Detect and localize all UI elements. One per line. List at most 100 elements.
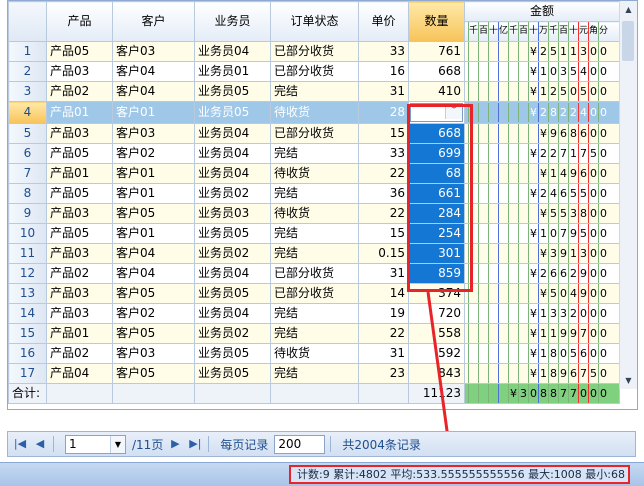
amount-cell[interactable]: ¥1 2 5 0 5 0 0: [464, 81, 620, 102]
price-cell[interactable]: 31: [358, 263, 409, 284]
price-cell[interactable]: 31: [358, 81, 409, 102]
status-cell[interactable]: 完结: [270, 81, 359, 102]
customer-cell[interactable]: 客户03: [112, 123, 195, 144]
amount-cell[interactable]: ¥1 0 7 9 5 0 0: [464, 223, 620, 244]
customer-cell[interactable]: 客户05: [112, 283, 195, 304]
row-number[interactable]: 10: [8, 223, 47, 244]
price-cell[interactable]: 16: [358, 61, 409, 82]
amount-cell[interactable]: ¥2 8 2 2 4 0 0: [464, 101, 620, 124]
col-header-price[interactable]: 单价: [358, 1, 409, 42]
salesperson-cell[interactable]: 业务员05: [194, 343, 271, 364]
row-number[interactable]: 17: [8, 363, 47, 384]
amount-cell[interactable]: ¥1 4 9 6 0 0: [464, 163, 620, 184]
product-cell[interactable]: 产品03: [46, 123, 113, 144]
status-cell[interactable]: 完结: [270, 143, 359, 164]
table-row[interactable]: 2 产品03 客户04 业务员01 已部分收货 16 668 ¥1 0 3 5 4 0 0: [8, 61, 620, 82]
price-cell[interactable]: 15: [358, 223, 409, 244]
qty-cell[interactable]: 301: [408, 243, 465, 264]
table-row[interactable]: 1 产品05 客户03 业务员04 已部分收货 33 761 ¥2 5 1 1 3 0 0: [8, 41, 620, 62]
customer-cell[interactable]: 客户01: [112, 163, 195, 184]
price-cell[interactable]: 0.15: [358, 243, 409, 264]
row-number[interactable]: 9: [8, 203, 47, 224]
price-cell[interactable]: 33: [358, 41, 409, 62]
amount-cell[interactable]: ¥2 5 1 1 3 0 0: [464, 41, 620, 62]
salesperson-cell[interactable]: 业务员05: [194, 223, 271, 244]
status-cell[interactable]: 已部分收货: [270, 41, 359, 62]
col-header-salesperson[interactable]: 业务员: [194, 1, 271, 42]
salesperson-cell[interactable]: 业务员05: [194, 81, 271, 102]
customer-cell[interactable]: 客户05: [112, 203, 195, 224]
table-row[interactable]: 7 产品01 客户01 业务员04 待收货 22 68 ¥1 4 9 6 0 0: [8, 163, 620, 184]
col-header-amount[interactable]: 金额: [464, 1, 620, 22]
row-number[interactable]: 5: [8, 123, 47, 144]
price-cell[interactable]: 22: [358, 203, 409, 224]
qty-cell[interactable]: 668: [408, 61, 465, 82]
customer-cell[interactable]: 客户01: [112, 183, 195, 204]
status-cell[interactable]: 已部分收货: [270, 283, 359, 304]
table-row[interactable]: 13 产品03 客户05 业务员05 已部分收货 14 374 ¥5 0 4 9 0 0: [8, 283, 620, 304]
product-cell[interactable]: 产品03: [46, 283, 113, 304]
customer-cell[interactable]: 客户03: [112, 41, 195, 62]
qty-cell-editor[interactable]: 1008 ﹀: [408, 101, 465, 124]
scroll-thumb[interactable]: [622, 21, 634, 61]
amount-cell[interactable]: ¥1 8 0 5 6 0 0: [464, 343, 620, 364]
product-cell[interactable]: 产品01: [46, 323, 113, 344]
customer-cell[interactable]: 客户05: [112, 363, 195, 384]
status-cell[interactable]: 已部分收货: [270, 123, 359, 144]
status-cell[interactable]: 待收货: [270, 343, 359, 364]
qty-cell[interactable]: 558: [408, 323, 465, 344]
row-number[interactable]: 2: [8, 61, 47, 82]
product-cell[interactable]: 产品03: [46, 61, 113, 82]
price-cell[interactable]: 22: [358, 323, 409, 344]
row-number[interactable]: 6: [8, 143, 47, 164]
page-size-input[interactable]: 200: [274, 434, 326, 454]
chevron-down-icon[interactable]: ▼: [110, 435, 125, 453]
product-cell[interactable]: 产品05: [46, 41, 113, 62]
table-row[interactable]: 14 产品03 客户02 业务员04 完结 19 720 ¥1 3 3 2 0 0 0: [8, 303, 620, 324]
salesperson-cell[interactable]: 业务员04: [194, 303, 271, 324]
customer-cell[interactable]: 客户01: [112, 101, 195, 124]
table-row[interactable]: 9 产品03 客户05 业务员03 待收货 22 284 ¥5 5 3 8 0 0: [8, 203, 620, 224]
qty-cell[interactable]: 720: [408, 303, 465, 324]
product-cell[interactable]: 产品03: [46, 243, 113, 264]
vertical-scrollbar[interactable]: ▲ ▼: [619, 1, 637, 389]
amount-cell[interactable]: ¥2 6 6 2 9 0 0: [464, 263, 620, 284]
row-number[interactable]: 13: [8, 283, 47, 304]
customer-cell[interactable]: 客户04: [112, 81, 195, 102]
qty-cell[interactable]: 374: [408, 283, 465, 304]
price-cell[interactable]: 22: [358, 163, 409, 184]
amount-cell[interactable]: ¥3 9 1 3 0 0: [464, 243, 620, 264]
first-page-icon[interactable]: |◀: [12, 436, 28, 452]
salesperson-cell[interactable]: 业务员05: [194, 283, 271, 304]
customer-cell[interactable]: 客户04: [112, 61, 195, 82]
table-row[interactable]: 15 产品01 客户05 业务员02 完结 22 558 ¥1 1 9 9 7 0 0: [8, 323, 620, 344]
qty-combo-input[interactable]: 1008 ﹀: [410, 103, 463, 122]
status-cell[interactable]: 待收货: [270, 203, 359, 224]
qty-cell[interactable]: 254: [408, 223, 465, 244]
qty-cell[interactable]: 843: [408, 363, 465, 384]
amount-cell[interactable]: ¥2 4 6 5 5 0 0: [464, 183, 620, 204]
table-row[interactable]: 11 产品03 客户04 业务员02 完结 0.15 301 ¥3 9 1 3 0 0: [8, 243, 620, 264]
row-number[interactable]: 11: [8, 243, 47, 264]
qty-cell[interactable]: 859: [408, 263, 465, 284]
salesperson-cell[interactable]: 业务员04: [194, 263, 271, 284]
amount-cell[interactable]: ¥1 8 9 6 7 5 0: [464, 363, 620, 384]
product-cell[interactable]: 产品05: [46, 223, 113, 244]
qty-cell[interactable]: 699: [408, 143, 465, 164]
product-cell[interactable]: 产品02: [46, 343, 113, 364]
product-cell[interactable]: 产品04: [46, 363, 113, 384]
chevron-down-icon[interactable]: ﹀: [445, 104, 462, 119]
row-number[interactable]: 4: [8, 101, 47, 124]
amount-cell[interactable]: ¥9 6 8 6 0 0: [464, 123, 620, 144]
table-row[interactable]: 8 产品05 客户01 业务员02 完结 36 661 ¥2 4 6 5 5 0 0: [8, 183, 620, 204]
qty-cell[interactable]: 761: [408, 41, 465, 62]
row-number[interactable]: 8: [8, 183, 47, 204]
col-header-status[interactable]: 订单状态: [270, 1, 359, 42]
status-cell[interactable]: 完结: [270, 183, 359, 204]
amount-cell[interactable]: ¥5 5 3 8 0 0: [464, 203, 620, 224]
row-number[interactable]: 3: [8, 81, 47, 102]
qty-cell[interactable]: 668: [408, 123, 465, 144]
price-cell[interactable]: 36: [358, 183, 409, 204]
salesperson-cell[interactable]: 业务员02: [194, 243, 271, 264]
price-cell[interactable]: 19: [358, 303, 409, 324]
